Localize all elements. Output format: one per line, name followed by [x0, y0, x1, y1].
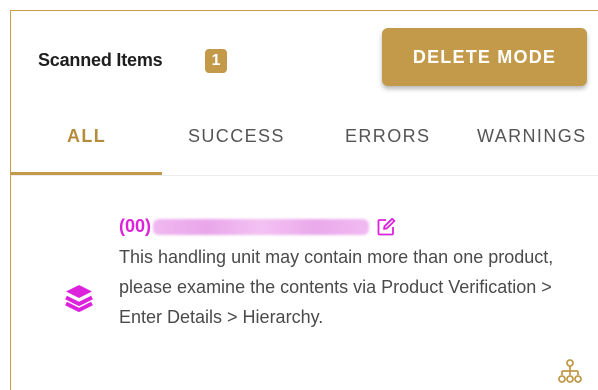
hierarchy-icon[interactable]: [558, 359, 582, 385]
layers-icon: [65, 285, 93, 312]
item-count-badge: 1: [205, 49, 227, 73]
tab-bar: ALL SUCCESS ERRORS WARNINGS: [11, 111, 598, 177]
panel-header: Scanned Items 1 DELETE MODE: [11, 11, 598, 111]
list-item[interactable]: (00) This handling unit may contain more…: [11, 177, 598, 390]
code-prefix: (00): [119, 216, 152, 236]
tab-all[interactable]: ALL: [67, 126, 106, 147]
tab-success[interactable]: SUCCESS: [188, 126, 285, 147]
tab-errors[interactable]: ERRORS: [345, 126, 430, 147]
redacted-code: [153, 218, 370, 235]
panel-title: Scanned Items: [38, 50, 163, 70]
item-message: This handling unit may contain more than…: [119, 247, 554, 327]
tab-divider: [11, 175, 598, 176]
tab-warnings[interactable]: WARNINGS: [477, 126, 587, 147]
edit-icon[interactable]: [376, 217, 396, 237]
item-code: (00): [119, 216, 396, 242]
scanned-items-panel: Scanned Items 1 DELETE MODE ALL SUCCESS …: [10, 10, 598, 390]
delete-mode-button[interactable]: DELETE MODE: [382, 28, 587, 86]
